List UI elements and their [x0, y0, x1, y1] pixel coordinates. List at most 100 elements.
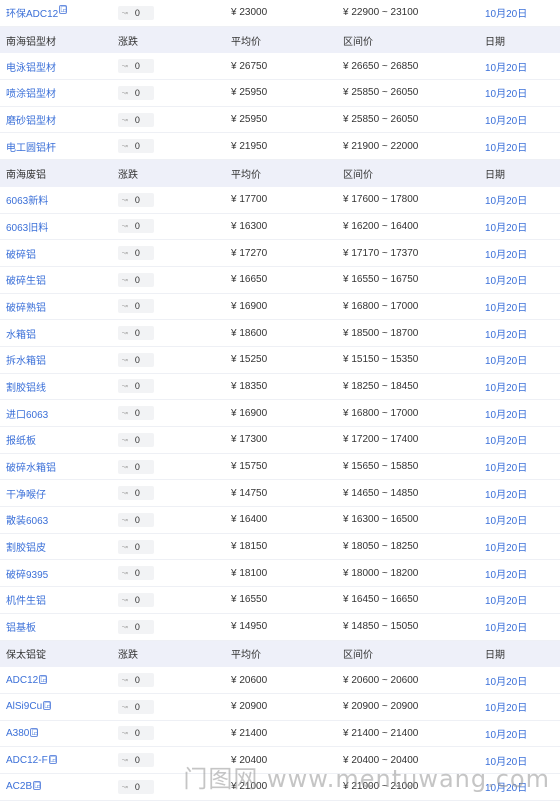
- price-range: ¥ 22900 ~ 23100: [343, 7, 419, 19]
- change-value: 0: [134, 594, 140, 605]
- product-cell: 割胶铝皮: [0, 539, 118, 554]
- date-link[interactable]: 10月20日: [485, 619, 560, 634]
- date-link[interactable]: 10月20日: [485, 459, 560, 474]
- date-link[interactable]: 10月20日: [485, 539, 560, 554]
- price-range: ¥ 26650 ~ 26850: [343, 60, 419, 72]
- table-row: 破碎生铝 ↝ 0 ¥ 16650 ¥ 16550 ~ 16750 10月20日: [0, 267, 560, 294]
- product-link[interactable]: 割胶铝皮: [6, 543, 46, 554]
- table-row: 破碎熟铝 ↝ 0 ¥ 16900 ¥ 16800 ~ 17000 10月20日: [0, 294, 560, 321]
- average-price: ¥ 15750: [231, 461, 268, 473]
- product-link[interactable]: 干净喉仔: [6, 490, 46, 501]
- table-row: 电工圆铝杆 ↝ 0 ¥ 21950 ¥ 21900 ~ 22000 10月20日: [0, 133, 560, 161]
- change-value: 0: [134, 354, 140, 365]
- product-cell: AlSi9Cu ◲: [0, 701, 118, 712]
- product-link[interactable]: 进口6063: [6, 410, 48, 421]
- product-cell: 电工圆铝杆: [0, 139, 118, 154]
- product-link[interactable]: 水箱铝: [6, 330, 36, 341]
- product-link[interactable]: A380: [6, 728, 29, 739]
- header-avg: 平均价: [231, 36, 261, 48]
- verified-badge-icon: ◲: [43, 701, 52, 711]
- product-link[interactable]: 破碎铝: [6, 250, 36, 261]
- date-link[interactable]: 10月20日: [485, 272, 560, 287]
- date-link[interactable]: 10月20日: [485, 326, 560, 341]
- change-cell: ↝ 0: [118, 5, 231, 20]
- price-range: ¥ 16300 ~ 16500: [343, 514, 419, 526]
- date-link[interactable]: 10月20日: [485, 246, 560, 261]
- product-link[interactable]: AlSi9Cu: [6, 701, 42, 712]
- date-link[interactable]: 10月20日: [485, 432, 560, 447]
- trend-arrow-icon: ↝: [122, 703, 128, 711]
- trend-arrow-icon: ↝: [122, 516, 128, 524]
- date-link[interactable]: 10月20日: [485, 112, 560, 127]
- trend-arrow-icon: ↝: [122, 596, 128, 604]
- price-range: ¥ 18050 ~ 18250: [343, 541, 419, 553]
- product-link[interactable]: 铝基板: [6, 623, 36, 634]
- table-row: 进口6063 ↝ 0 ¥ 16900 ¥ 16800 ~ 17000 10月20日: [0, 400, 560, 427]
- change-cell: ↝ 0: [118, 326, 231, 341]
- average-price: ¥ 18600: [231, 327, 268, 339]
- change-value: 0: [134, 87, 140, 98]
- product-link[interactable]: 6063新料: [6, 196, 48, 207]
- product-cell: 拆水箱铝: [0, 352, 118, 367]
- table-row: 喷涂铝型材 ↝ 0 ¥ 25950 ¥ 25850 ~ 26050 10月20日: [0, 80, 560, 107]
- product-cell: 报纸板: [0, 432, 118, 447]
- product-link[interactable]: 破碎熟铝: [6, 303, 46, 314]
- date-link[interactable]: 10月20日: [485, 299, 560, 314]
- product-link[interactable]: 电泳铝型材: [6, 63, 56, 74]
- trend-arrow-icon: ↝: [122, 490, 128, 498]
- change-pill: ↝ 0: [118, 459, 154, 474]
- product-link[interactable]: 破碎水箱铝: [6, 463, 56, 474]
- date-link[interactable]: 10月20日: [485, 139, 560, 154]
- date-link[interactable]: 10月20日: [485, 512, 560, 527]
- date-link[interactable]: 10月20日: [485, 352, 560, 367]
- change-pill: ↝ 0: [118, 406, 154, 421]
- date-link[interactable]: 10月20日: [485, 673, 560, 688]
- product-link[interactable]: ADC12-F: [6, 755, 48, 766]
- product-link[interactable]: 环保ADC12: [6, 9, 58, 20]
- product-link[interactable]: AC2B: [6, 781, 32, 792]
- date-link[interactable]: 10月20日: [485, 59, 560, 74]
- trend-arrow-icon: ↝: [122, 410, 128, 418]
- product-link[interactable]: 破碎9395: [6, 570, 48, 581]
- product-link[interactable]: 磨砂铝型材: [6, 116, 56, 127]
- product-link[interactable]: 报纸板: [6, 436, 36, 447]
- date-link[interactable]: 10月20日: [485, 566, 560, 581]
- average-price: ¥ 20600: [231, 674, 268, 686]
- product-link[interactable]: 拆水箱铝: [6, 356, 46, 367]
- price-range: ¥ 16200 ~ 16400: [343, 220, 419, 232]
- average-price: ¥ 16650: [231, 274, 268, 286]
- product-link[interactable]: 电工圆铝杆: [6, 143, 56, 154]
- date-link[interactable]: 10月20日: [485, 379, 560, 394]
- average-price: ¥ 18100: [231, 567, 268, 579]
- date-link[interactable]: 10月20日: [485, 406, 560, 421]
- date-link[interactable]: 10月20日: [485, 486, 560, 501]
- date-link[interactable]: 10月20日: [485, 699, 560, 714]
- header-date: 日期: [485, 169, 505, 181]
- change-value: 0: [134, 301, 140, 312]
- date-link[interactable]: 10月20日: [485, 219, 560, 234]
- change-value: 0: [134, 675, 140, 686]
- product-link[interactable]: 破碎生铝: [6, 276, 46, 287]
- header-change: 涨跌: [118, 650, 138, 662]
- change-cell: ↝ 0: [118, 112, 231, 127]
- date-link[interactable]: 10月20日: [485, 592, 560, 607]
- product-link[interactable]: 6063旧料: [6, 223, 48, 234]
- trend-arrow-icon: ↝: [122, 436, 128, 444]
- change-value: 0: [134, 408, 140, 419]
- table-row: 机件生铝 ↝ 0 ¥ 16550 ¥ 16450 ~ 16650 10月20日: [0, 587, 560, 614]
- product-link[interactable]: 割胶铝线: [6, 383, 46, 394]
- date-link[interactable]: 10月20日: [485, 192, 560, 207]
- date-link[interactable]: 10月20日: [485, 726, 560, 741]
- change-pill: ↝ 0: [118, 5, 154, 20]
- change-cell: ↝ 0: [118, 379, 231, 394]
- product-link[interactable]: 散装6063: [6, 516, 48, 527]
- product-link[interactable]: 机件生铝: [6, 596, 46, 607]
- change-cell: ↝ 0: [118, 219, 231, 234]
- product-link[interactable]: ADC12: [6, 675, 38, 686]
- date-link[interactable]: 10月20日: [485, 5, 560, 20]
- product-link[interactable]: 喷涂铝型材: [6, 89, 56, 100]
- change-pill: ↝ 0: [118, 379, 154, 394]
- date-link[interactable]: 10月20日: [485, 85, 560, 100]
- average-price: ¥ 18350: [231, 380, 268, 392]
- price-range: ¥ 25850 ~ 26050: [343, 114, 419, 126]
